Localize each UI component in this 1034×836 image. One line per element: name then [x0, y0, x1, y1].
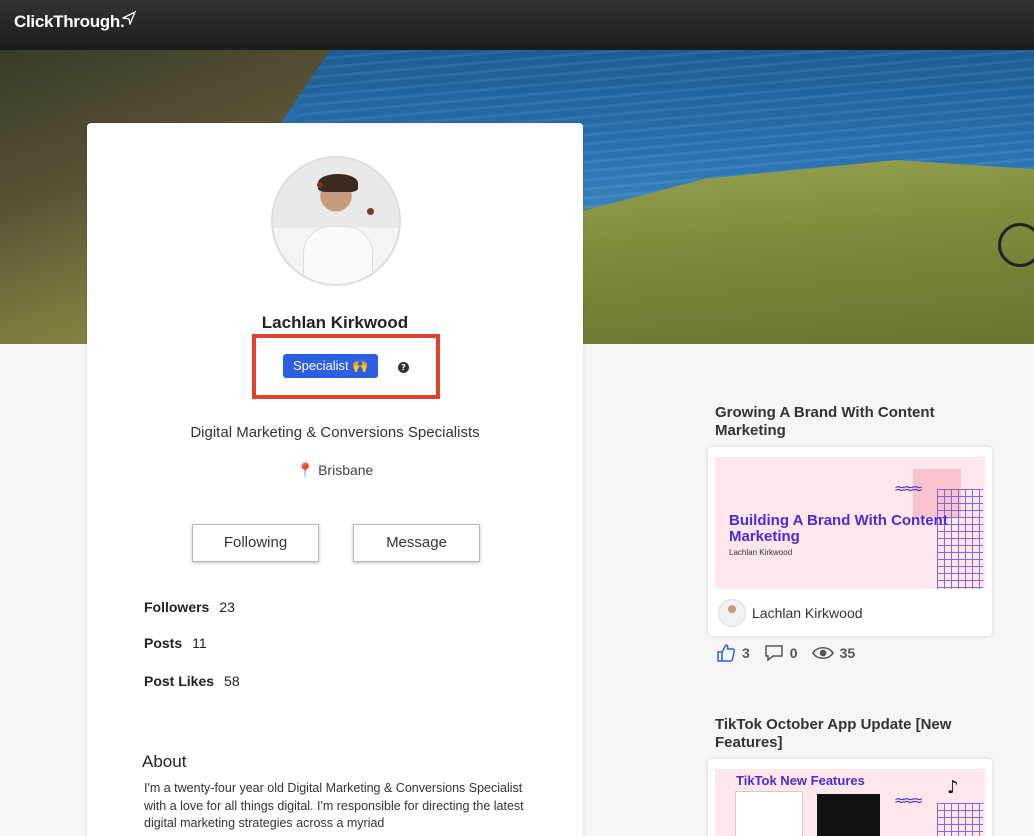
thumbnail-title: TikTok New Features [736, 773, 865, 788]
wave-decoration-icon: ≈≈≈ [894, 481, 923, 497]
profile-headline: Digital Marketing & Conversions Speciali… [190, 424, 480, 441]
wave-decoration-icon: ≈≈≈ [894, 793, 923, 809]
author-name: Lachlan Kirkwood [752, 605, 863, 621]
thumbnail-title: Building A Brand With Content Marketing [729, 512, 948, 545]
stat-followers[interactable]: Followers 23 [144, 599, 235, 615]
stat-label: Followers [144, 599, 210, 615]
post-title[interactable]: TikTok October App Update [New Features] [715, 716, 985, 752]
stat-label: Post Likes [144, 673, 215, 689]
comments-metric[interactable]: 0 [764, 644, 798, 662]
about-heading: About [142, 752, 187, 771]
post-thumbnail[interactable]: ≈≈≈ Building A Brand With Content Market… [715, 457, 985, 589]
profile-avatar [271, 156, 401, 286]
stat-posts[interactable]: Posts 11 [144, 635, 207, 651]
top-navbar: ClickThrough. [0, 0, 1034, 50]
eye-icon [811, 646, 834, 660]
profile-location: 📍 Brisbane [87, 462, 583, 479]
comment-bubble-icon [765, 645, 783, 662]
post-card[interactable]: ≈≈≈ Building A Brand With Content Market… [708, 447, 992, 636]
profile-card: Lachlan Kirkwood Specialist 🙌 ? Digital … [87, 123, 583, 836]
screenshot-thumbnail [735, 791, 803, 836]
stat-label: Posts [144, 635, 183, 651]
tiktok-icon: ♪ [947, 777, 959, 798]
likes-count: 3 [742, 645, 750, 661]
about-text: I'm a twenty-four year old Digital Marke… [144, 781, 524, 830]
stat-value: 11 [192, 635, 207, 651]
stat-value: 23 [219, 599, 235, 615]
likes-metric[interactable]: 3 [716, 643, 750, 663]
post-title[interactable]: Growing A Brand With Content Marketing [715, 404, 985, 440]
post-metrics: 3 0 35 [716, 643, 869, 663]
stat-value: 58 [224, 673, 240, 689]
clickthrough-logo[interactable]: ClickThrough. [14, 11, 136, 32]
message-button[interactable]: Message [353, 524, 480, 562]
post-card[interactable]: ≈≈≈ TikTok New Features ♪ [708, 759, 992, 836]
profile-name: Lachlan Kirkwood [261, 313, 409, 332]
map-pin-icon: 📍 [296, 462, 315, 478]
views-count: 35 [839, 645, 856, 661]
stat-post-likes: Post Likes 58 [144, 673, 240, 689]
following-button[interactable]: Following [192, 524, 319, 562]
screenshot-thumbnail [817, 794, 880, 836]
comments-count: 0 [789, 645, 798, 661]
send-arrow-icon [122, 11, 136, 25]
location-label: Brisbane [318, 462, 374, 478]
post-thumbnail[interactable]: ≈≈≈ TikTok New Features ♪ [715, 769, 985, 836]
post-author[interactable]: Lachlan Kirkwood [718, 599, 863, 627]
thumbnail-subtitle: Lachlan Kirkwood [729, 548, 793, 557]
author-avatar [718, 599, 746, 627]
views-metric: 35 [811, 645, 856, 661]
question-mark-icon[interactable]: ? [398, 362, 409, 373]
specialist-badge: Specialist 🙌 [283, 354, 379, 378]
thumbs-up-icon [717, 644, 736, 662]
